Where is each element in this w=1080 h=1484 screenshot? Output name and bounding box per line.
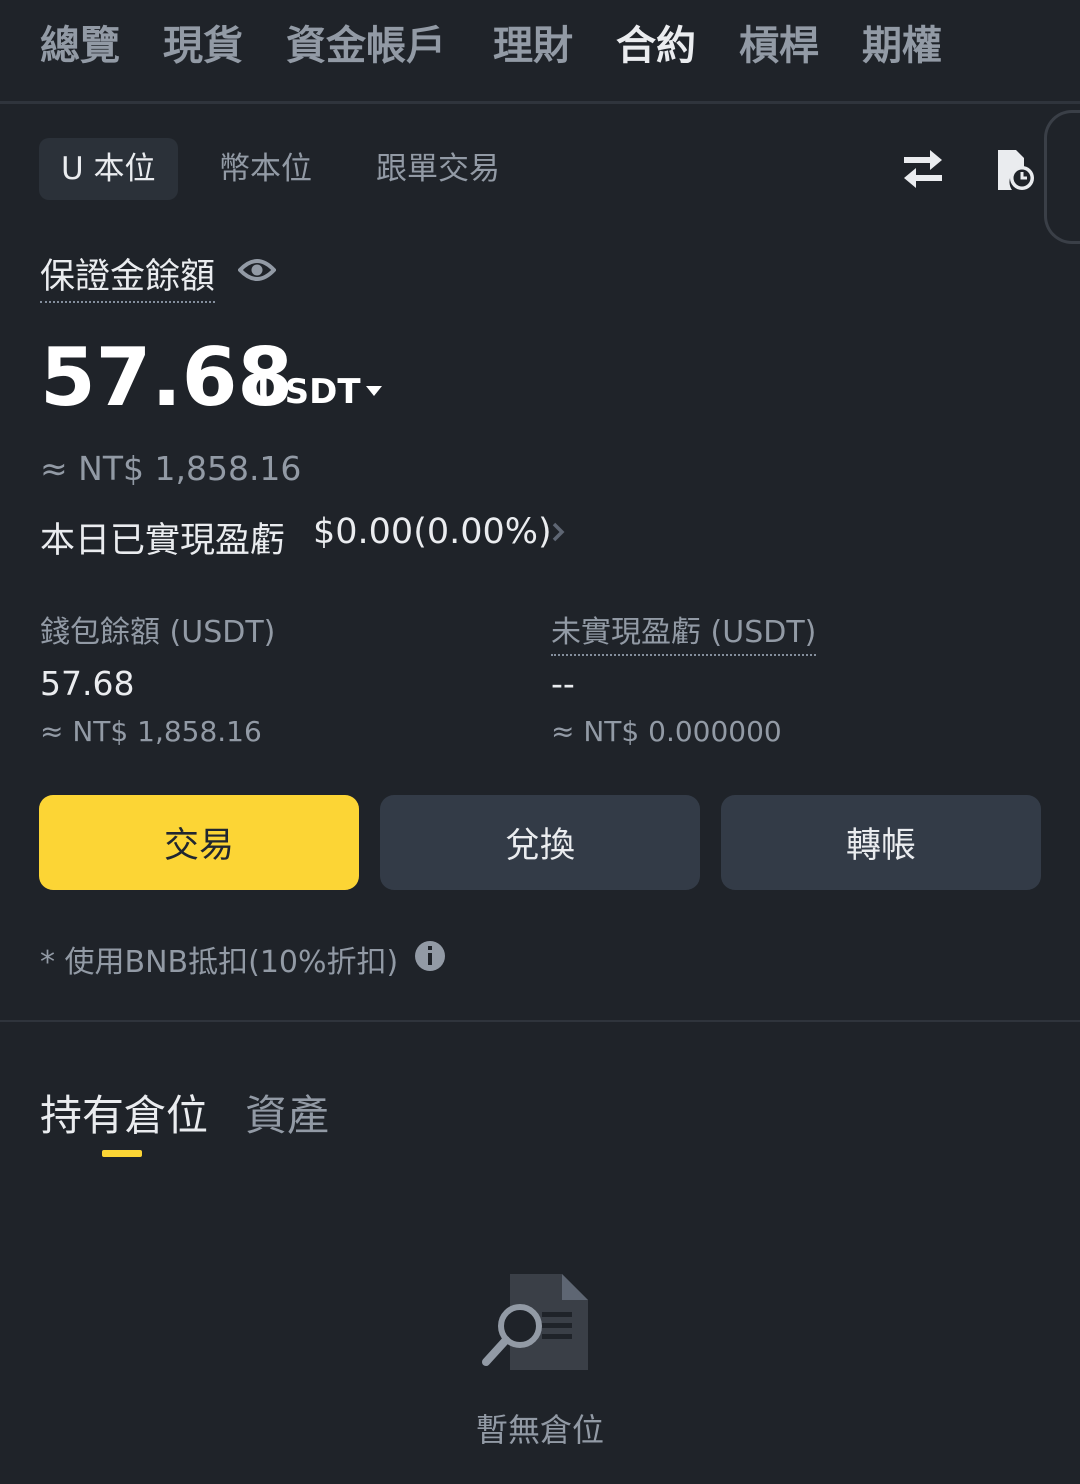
tab-assets[interactable]: 資產 [245, 1082, 329, 1143]
caret-down-icon[interactable] [364, 383, 384, 402]
empty-positions-text: 暫無倉位 [475, 1411, 604, 1449]
trade-button[interactable]: 交易 [39, 795, 359, 890]
daily-pnl-value[interactable]: $0.00(0.00%) [313, 512, 552, 552]
tab-positions[interactable]: 持有倉位 [40, 1082, 208, 1143]
convert-button[interactable]: 兌換 [380, 795, 700, 890]
margin-balance-label[interactable]: 保證金餘額 [40, 248, 216, 303]
info-icon[interactable] [414, 940, 446, 976]
bnb-discount-note: * 使用BNB抵扣(10%折扣) [40, 945, 399, 980]
balance-unit[interactable]: USDT [257, 372, 361, 412]
chevron-right-icon[interactable] [550, 520, 568, 548]
tab-overview[interactable]: 總覽 [40, 20, 120, 72]
unrealized-pnl-fiat: ≈ NT$ 0.000000 [551, 715, 782, 748]
eye-icon[interactable] [237, 254, 277, 290]
document-search-icon [480, 1270, 590, 1378]
subtab-usdt-m[interactable]: U 本位 [39, 138, 178, 200]
order-history-icon[interactable] [996, 148, 1036, 196]
wallet-balance-value: 57.68 [40, 664, 135, 703]
subtab-copy-trading[interactable]: 跟單交易 [376, 138, 500, 200]
daily-pnl-label[interactable]: 本日已實現盈虧 [40, 512, 285, 563]
account-tabs: 總覽 現貨 資金帳戶 理財 合約 槓桿 期權 [0, 0, 1080, 104]
subtab-coin-m[interactable]: 幣本位 [219, 138, 312, 200]
tab-margin[interactable]: 槓桿 [739, 20, 819, 72]
tab-futures[interactable]: 合約 [616, 20, 696, 72]
edge-drawer-handle[interactable] [1044, 110, 1080, 244]
transfer-arrows-icon[interactable] [900, 148, 946, 194]
margin-balance-value: 57.68 [40, 331, 294, 424]
futures-account-page: 總覽 現貨 資金帳戶 理財 合約 槓桿 期權 U 本位 幣本位 跟單交易 保證金… [0, 0, 1080, 1484]
tab-spot[interactable]: 現貨 [163, 20, 243, 72]
unrealized-pnl-label[interactable]: 未實現盈虧 (USDT) [551, 607, 817, 656]
active-tab-indicator [102, 1150, 142, 1157]
margin-balance-fiat: ≈ NT$ 1,858.16 [40, 449, 302, 488]
tab-earn[interactable]: 理財 [493, 20, 573, 72]
unrealized-pnl-value: -- [551, 664, 575, 703]
wallet-balance-label: 錢包餘額 (USDT) [40, 615, 276, 650]
wallet-balance-fiat: ≈ NT$ 1,858.16 [40, 715, 262, 748]
section-divider [0, 1020, 1080, 1022]
tab-funding[interactable]: 資金帳戶 [286, 20, 446, 72]
transfer-button[interactable]: 轉帳 [721, 795, 1041, 890]
tab-options[interactable]: 期權 [862, 20, 942, 72]
